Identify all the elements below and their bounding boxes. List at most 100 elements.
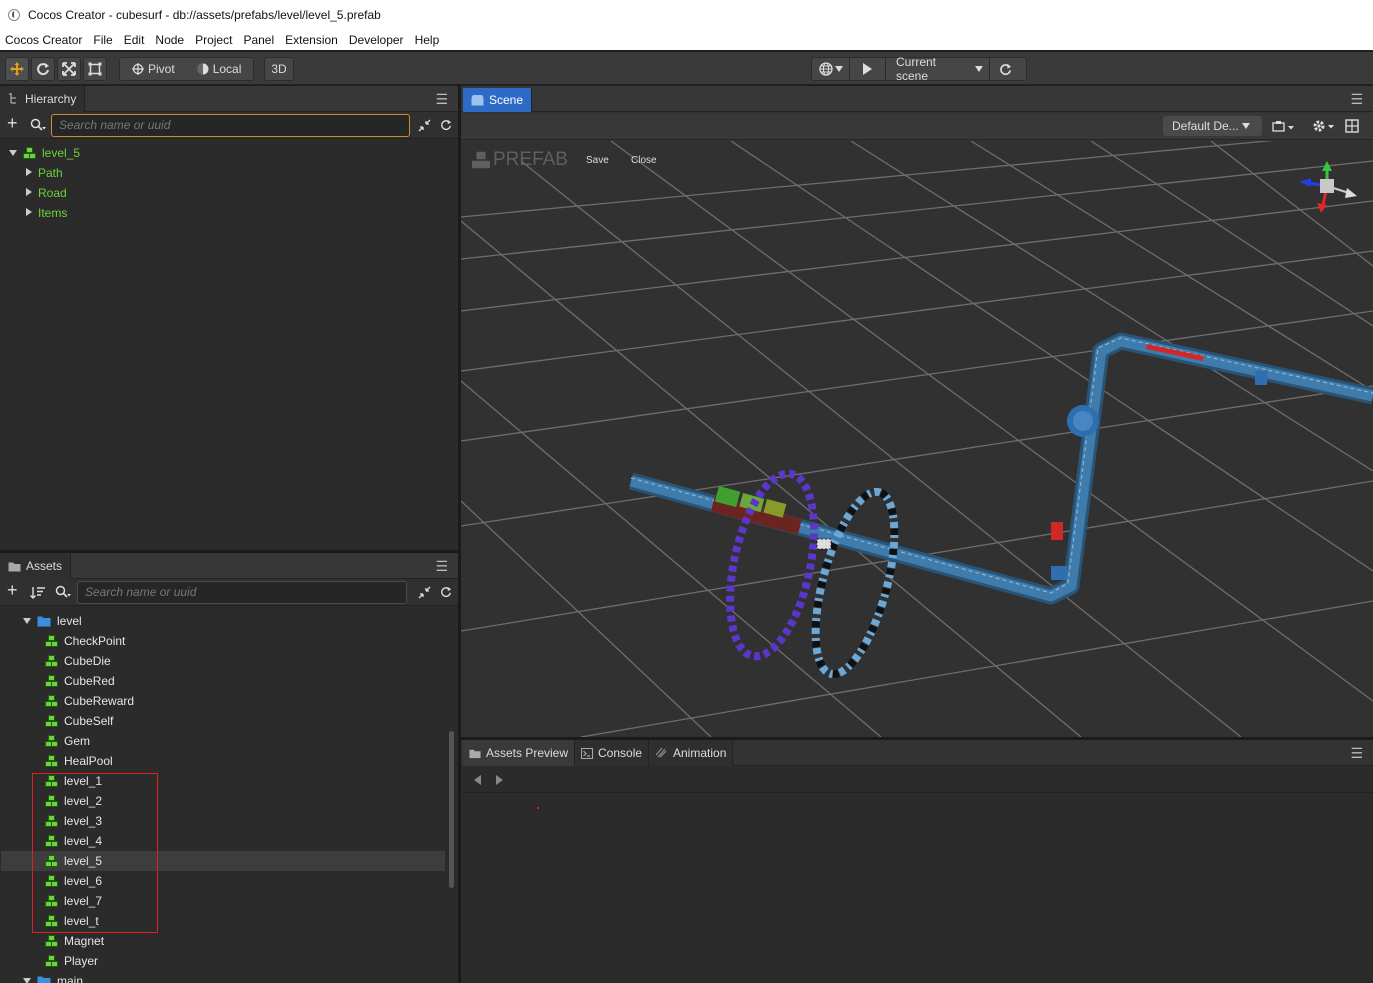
chevron-right-icon[interactable] xyxy=(26,188,32,196)
asset-item[interactable]: Magnet xyxy=(45,931,104,951)
hamburger-menu-icon[interactable]: ☰ xyxy=(1350,745,1363,762)
asset-item-label: CheckPoint xyxy=(64,634,126,648)
asset-item[interactable]: CubeRed xyxy=(45,671,115,691)
chevron-down-icon xyxy=(1242,123,1250,129)
tab-label: Console xyxy=(598,746,643,760)
tab-console[interactable]: Console xyxy=(575,740,650,766)
search-icon[interactable] xyxy=(55,585,71,599)
layout-icon[interactable] xyxy=(1345,119,1359,133)
asset-item[interactable]: CheckPoint xyxy=(45,631,125,651)
asset-item[interactable]: Gem xyxy=(45,731,90,751)
asset-item[interactable]: Player xyxy=(45,951,98,971)
vertical-splitter[interactable] xyxy=(458,86,461,983)
rect-tool-button[interactable] xyxy=(83,57,107,81)
menu-project[interactable]: Project xyxy=(195,33,232,47)
chevron-down-icon xyxy=(834,66,843,72)
chevron-down-icon[interactable] xyxy=(23,978,31,983)
menu-extension[interactable]: Extension xyxy=(285,33,338,47)
camera-icon[interactable] xyxy=(1272,120,1296,133)
tab-hierarchy[interactable]: Hierarchy xyxy=(0,86,86,112)
refresh-icon[interactable] xyxy=(440,586,452,598)
scene-viewport[interactable]: PREFAB Save Close xyxy=(461,141,1373,737)
prefab-icon xyxy=(45,855,58,867)
asset-item[interactable]: CubeReward xyxy=(45,691,134,711)
menu-developer[interactable]: Developer xyxy=(349,33,404,47)
scene-select[interactable]: Current scene xyxy=(886,55,990,83)
hierarchy-search-input[interactable]: Search name or uuid xyxy=(51,114,410,137)
3d-toggle-button[interactable]: 3D xyxy=(264,57,294,81)
prefab-icon xyxy=(45,695,58,707)
asset-item[interactable]: level_4 xyxy=(45,831,102,851)
tree-node-items[interactable]: Items xyxy=(26,203,67,223)
asset-item[interactable]: level_t xyxy=(45,911,99,931)
tree-node-path[interactable]: Path xyxy=(26,163,63,183)
sort-icon[interactable] xyxy=(30,586,46,599)
folder-level[interactable]: level xyxy=(23,611,82,631)
refresh-button[interactable] xyxy=(990,58,1020,80)
collapse-icon[interactable] xyxy=(418,119,431,132)
chevron-right-icon[interactable] xyxy=(26,208,32,216)
horizontal-splitter[interactable] xyxy=(0,550,458,553)
chevron-right-icon[interactable] xyxy=(496,775,503,785)
assets-search-input[interactable]: Search name or uuid xyxy=(77,581,407,604)
add-icon[interactable]: + xyxy=(7,580,18,601)
rotate-icon xyxy=(37,63,49,76)
asset-item[interactable]: CubeDie xyxy=(45,651,111,671)
chevron-down-icon[interactable] xyxy=(9,150,17,156)
asset-item[interactable]: HealPool xyxy=(45,751,113,771)
platform-select[interactable] xyxy=(812,58,850,80)
chevron-down-icon xyxy=(975,66,983,72)
horizontal-splitter-right[interactable] xyxy=(461,737,1373,740)
menu-node[interactable]: Node xyxy=(155,33,184,47)
chevron-left-icon[interactable] xyxy=(474,775,481,785)
hamburger-menu-icon[interactable]: ☰ xyxy=(1350,91,1363,108)
assets-scrollbar[interactable] xyxy=(449,731,454,888)
tree-node-label: Items xyxy=(38,206,68,220)
camera-select[interactable]: Default De... xyxy=(1163,116,1262,136)
menu-edit[interactable]: Edit xyxy=(124,33,145,47)
tab-scene[interactable]: Scene xyxy=(463,88,533,112)
prefab-save-button[interactable]: Save xyxy=(586,155,609,166)
search-icon[interactable] xyxy=(30,118,46,132)
console-icon xyxy=(581,747,593,759)
play-button[interactable] xyxy=(850,58,886,80)
collapse-icon[interactable] xyxy=(418,586,431,599)
folder-main[interactable]: main xyxy=(23,971,83,983)
asset-item[interactable]: level_2 xyxy=(45,791,102,811)
asset-item[interactable]: level_3 xyxy=(45,811,102,831)
preview-nav-bar xyxy=(461,767,1373,793)
chevron-right-icon[interactable] xyxy=(26,168,32,176)
prefab-icon xyxy=(45,875,58,887)
menu-help[interactable]: Help xyxy=(415,33,440,47)
menu-cocos-creator[interactable]: Cocos Creator xyxy=(5,33,82,47)
menu-panel[interactable]: Panel xyxy=(243,33,274,47)
folder-icon xyxy=(37,616,51,627)
rotate-tool-button[interactable] xyxy=(31,57,55,81)
asset-item-label: CubeDie xyxy=(64,654,111,668)
tab-assets[interactable]: Assets xyxy=(0,553,72,579)
chevron-down-icon[interactable] xyxy=(23,618,31,624)
scene-icon xyxy=(471,94,484,105)
asset-item[interactable]: level_6 xyxy=(45,871,102,891)
hamburger-menu-icon[interactable]: ☰ xyxy=(435,558,448,575)
tree-node-root[interactable]: level_5 xyxy=(9,143,80,163)
prefab-close-button[interactable]: Close xyxy=(631,155,657,166)
refresh-icon[interactable] xyxy=(440,119,452,131)
asset-item[interactable]: level_7 xyxy=(45,891,102,911)
scale-tool-button[interactable] xyxy=(57,57,81,81)
hamburger-menu-icon[interactable]: ☰ xyxy=(435,91,448,108)
menu-file[interactable]: File xyxy=(93,33,112,47)
asset-item[interactable]: level_5 xyxy=(45,851,102,871)
add-icon[interactable]: + xyxy=(7,113,18,134)
prefab-icon xyxy=(45,795,58,807)
tab-animation[interactable]: Animation xyxy=(650,740,734,766)
asset-item[interactable]: CubeSelf xyxy=(45,711,113,731)
tab-assets-preview[interactable]: Assets Preview xyxy=(463,740,576,766)
move-tool-button[interactable] xyxy=(5,57,29,81)
pivot-button[interactable]: Pivot xyxy=(132,62,175,76)
tree-node-road[interactable]: Road xyxy=(26,183,67,203)
asset-item[interactable]: level_1 xyxy=(45,771,102,791)
prefab-icon xyxy=(45,815,58,827)
local-button[interactable]: Local xyxy=(197,62,241,76)
gear-icon[interactable] xyxy=(1312,119,1336,133)
